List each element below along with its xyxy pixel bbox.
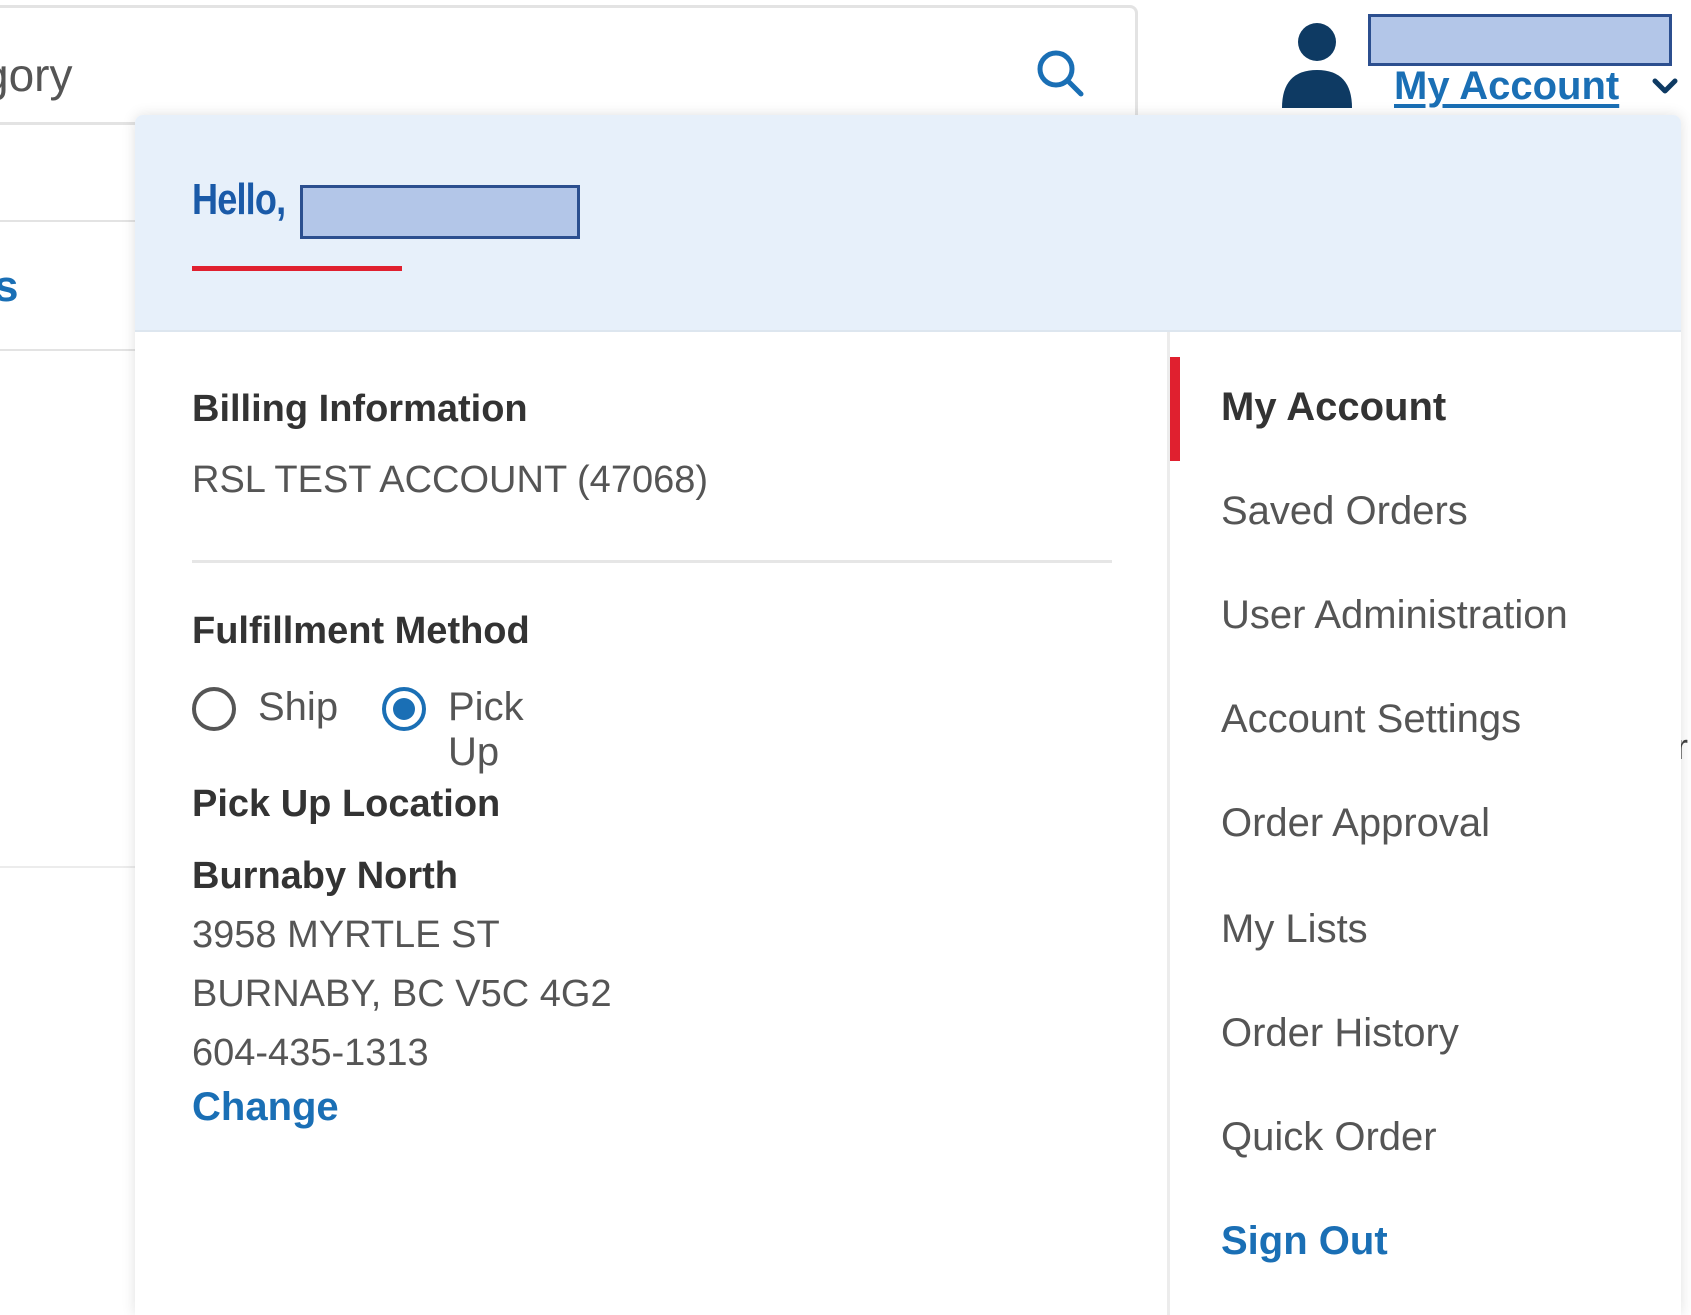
search-input-text[interactable]: gory [0, 48, 72, 102]
pickup-radio[interactable] [382, 687, 426, 731]
user-icon[interactable] [1280, 22, 1354, 108]
greeting-name-redacted [300, 185, 580, 239]
background-divider [0, 349, 140, 351]
greeting: Hello, [192, 175, 286, 224]
fulfillment-heading: Fulfillment Method [192, 610, 530, 652]
billing-heading: Billing Information [192, 388, 528, 430]
menu-active-indicator [1170, 357, 1180, 461]
pickup-phone: 604-435-1313 [192, 1032, 429, 1074]
ship-radio-label[interactable]: Ship [258, 685, 338, 730]
panel-column-divider [1167, 332, 1170, 1315]
pickup-location-name: Burnaby North [192, 855, 458, 897]
menu-item-my-account[interactable]: My Account [1221, 385, 1446, 430]
menu-item-account-settings[interactable]: Account Settings [1221, 697, 1521, 742]
background-text-fragment: s [0, 262, 19, 311]
background-divider [0, 866, 140, 868]
menu-item-my-lists[interactable]: My Lists [1221, 907, 1368, 952]
search-bar[interactable]: gory [0, 5, 1138, 125]
menu-item-order-history[interactable]: Order History [1221, 1011, 1459, 1056]
pickup-address-line1: 3958 MYRTLE ST [192, 914, 500, 956]
menu-item-quick-order[interactable]: Quick Order [1221, 1115, 1437, 1160]
pickup-address-line2: BURNABY, BC V5C 4G2 [192, 973, 612, 1015]
pickup-radio-label[interactable]: Pick Up [448, 685, 524, 775]
background-divider [0, 220, 140, 222]
pickup-location-heading: Pick Up Location [192, 783, 501, 825]
menu-item-order-approval[interactable]: Order Approval [1221, 801, 1490, 846]
greeting-underline [192, 266, 402, 271]
section-divider [192, 560, 1112, 563]
billing-account: RSL TEST ACCOUNT (47068) [192, 459, 709, 501]
sign-out-link[interactable]: Sign Out [1221, 1219, 1388, 1264]
menu-item-saved-orders[interactable]: Saved Orders [1221, 489, 1468, 534]
my-account-link[interactable]: My Account [1394, 64, 1619, 109]
change-location-link[interactable]: Change [192, 1085, 339, 1130]
panel-header: Hello, [135, 115, 1681, 332]
chevron-down-icon[interactable] [1652, 78, 1678, 96]
account-dropdown-panel: Hello, Billing Information RSL TEST ACCO… [135, 115, 1681, 1315]
menu-item-user-administration[interactable]: User Administration [1221, 593, 1568, 638]
ship-radio[interactable] [192, 687, 236, 731]
search-icon[interactable] [1033, 46, 1087, 100]
user-name-redacted [1368, 14, 1672, 66]
